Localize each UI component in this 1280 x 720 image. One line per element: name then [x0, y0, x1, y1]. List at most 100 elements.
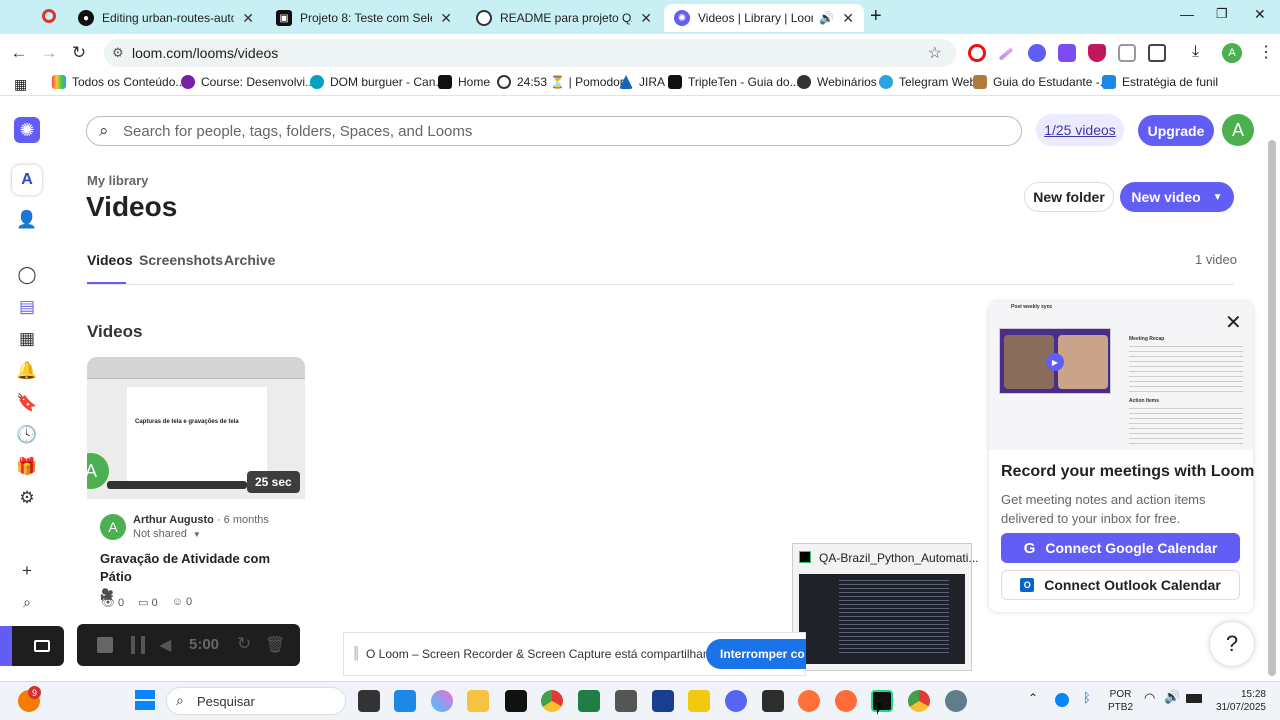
gift-icon[interactable]: 🎁 [16, 456, 38, 478]
file-explorer-icon[interactable] [467, 690, 489, 712]
help-button[interactable]: ? [1210, 622, 1254, 666]
scrollbar[interactable] [1268, 140, 1276, 676]
bookmark-item[interactable]: Home [438, 75, 490, 89]
speaker-icon[interactable]: 🔊 [819, 11, 834, 25]
new-video-button[interactable]: New video ▼ [1120, 182, 1234, 212]
video-thumbnail[interactable]: Capturas de tela e gravações de tela A 2… [87, 357, 305, 499]
firefox-icon[interactable] [798, 690, 820, 712]
language-indicator[interactable]: POR PTB2 [1108, 688, 1133, 714]
user-avatar[interactable]: A [1222, 114, 1254, 146]
tab-tripleten[interactable]: ▣ Projeto 8: Teste com Selenium ✕ [266, 4, 462, 32]
bookmark-icon[interactable]: 🔖 [16, 392, 38, 414]
wifi-icon[interactable]: ◠ [1144, 690, 1155, 706]
taskbar-search[interactable]: ⌕ Pesquisar [166, 687, 346, 715]
kebab-menu-icon[interactable]: ⋮ [1258, 42, 1274, 62]
purple-extension-icon[interactable] [1058, 44, 1076, 62]
postman-icon[interactable] [835, 690, 857, 712]
add-user-icon[interactable]: 👤 [16, 209, 38, 231]
maximize-icon[interactable]: ❐ [1216, 6, 1228, 22]
opera-extension-icon[interactable] [968, 44, 986, 62]
tab-search-icon[interactable] [42, 9, 56, 23]
bookmark-item[interactable]: JIRA [619, 75, 665, 89]
generic-app-icon[interactable] [762, 690, 784, 712]
settings-icon[interactable] [945, 690, 967, 712]
new-tab-button[interactable]: + [870, 5, 882, 28]
clock-icon[interactable]: 🕓 [16, 424, 38, 446]
battery-icon[interactable] [1186, 694, 1202, 703]
sharing-status[interactable]: Not shared ▼ [133, 528, 201, 540]
forward-icon[interactable]: → [38, 42, 60, 64]
calculator-icon[interactable] [615, 690, 637, 712]
author-name[interactable]: Arthur Augusto [133, 514, 214, 526]
loom-logo-icon[interactable]: ✺ [14, 117, 40, 143]
bookmark-item[interactable]: Guia do Estudante -... [973, 75, 1110, 89]
loom-extension-icon[interactable] [1028, 44, 1046, 62]
bookmark-item[interactable]: TripleTen - Guia do... [668, 75, 800, 89]
bookmark-item[interactable]: Telegram Web [879, 75, 976, 89]
close-window-icon[interactable]: ✕ [1254, 6, 1266, 23]
connect-outlook-button[interactable]: O Connect Outlook Calendar [1001, 570, 1240, 600]
stop-icon[interactable] [97, 637, 113, 653]
breadcrumb[interactable]: My library [87, 173, 148, 188]
settings-gear-icon[interactable]: ⚙ [16, 487, 38, 509]
notion-icon[interactable] [505, 690, 527, 712]
search-input[interactable]: ⌕ Search for people, tags, folders, Spac… [86, 116, 1022, 146]
bluetooth-icon[interactable]: ᛒ [1083, 690, 1091, 705]
workspace-avatar[interactable]: A [12, 165, 42, 195]
bookmark-item[interactable]: Estratégia de funil [1102, 75, 1218, 89]
clock[interactable]: 15:28 31/07/2025 [1214, 688, 1266, 714]
library-icon[interactable]: ▤ [16, 296, 38, 318]
close-tab-icon[interactable]: ✕ [242, 10, 254, 27]
apps-grid-icon[interactable]: ▦ [14, 76, 27, 93]
taskbar-window-preview[interactable]: QA-Brazil_Python_Automati... [792, 543, 978, 671]
task-view-icon[interactable] [358, 690, 380, 712]
bookmark-item[interactable]: Todos os Conteúdo... [52, 75, 185, 89]
discord-icon[interactable] [725, 690, 747, 712]
calendar-icon[interactable]: ▦ [16, 328, 38, 350]
pause-icon[interactable] [131, 636, 145, 654]
profile-icon[interactable]: ◯ [16, 264, 38, 286]
vscode-icon[interactable] [394, 690, 416, 712]
bookmark-item[interactable]: DOM burguer - Can... [310, 75, 445, 89]
restart-icon[interactable]: ↻ [237, 634, 251, 654]
powerbi-icon[interactable] [688, 690, 710, 712]
close-tab-icon[interactable]: ✕ [842, 10, 854, 27]
tray-chevron-icon[interactable]: ⌃ [1028, 691, 1038, 705]
bell-icon[interactable]: 🔔 [16, 360, 38, 382]
upgrade-button[interactable]: Upgrade [1138, 115, 1214, 146]
tab-archive[interactable]: Archive [224, 252, 275, 268]
close-icon[interactable]: ✕ [1225, 310, 1242, 335]
puzzle-extension-icon[interactable] [1148, 44, 1166, 62]
stop-sharing-button[interactable]: Interromper co [706, 639, 806, 669]
tab-screenshots[interactable]: Screenshots [139, 252, 223, 268]
bookmark-item[interactable]: 24:53 ⏳ | Pomodor [497, 75, 624, 89]
close-tab-icon[interactable]: ✕ [640, 10, 652, 27]
drag-handle-icon[interactable]: ║ [352, 646, 361, 660]
bookmark-star-icon[interactable]: ☆ [928, 43, 942, 63]
address-bar[interactable]: ⚙ loom.com/looms/videos ☆ [104, 39, 956, 67]
close-tab-icon[interactable]: ✕ [440, 10, 452, 27]
tab-videos[interactable]: Videos [87, 252, 133, 268]
bookmark-item[interactable]: Webinários [797, 75, 877, 89]
new-folder-button[interactable]: New folder [1024, 182, 1114, 212]
video-quota-button[interactable]: 1/25 videos [1036, 114, 1124, 146]
camera-toggle-button[interactable] [0, 626, 64, 666]
tab-chatgpt[interactable]: README para projeto QA ✕ [466, 4, 662, 32]
minimize-icon[interactable]: — [1180, 6, 1194, 22]
volume-icon[interactable]: 🔊 [1164, 689, 1180, 705]
reload-icon[interactable]: ↻ [68, 42, 90, 64]
excel-icon[interactable] [578, 690, 600, 712]
trash-icon[interactable]: 🗑 [265, 635, 285, 655]
r-app-icon[interactable] [652, 690, 674, 712]
download-icon[interactable]: ⤓ [1192, 43, 1199, 61]
tab-github[interactable]: ● Editing urban-routes-automatio ✕ [68, 4, 264, 32]
tray-app-icon[interactable] [1055, 693, 1069, 707]
profile-avatar[interactable]: A [1222, 43, 1242, 63]
connect-google-button[interactable]: G Connect Google Calendar [1001, 533, 1240, 563]
search-icon[interactable]: ⌕ [16, 591, 38, 613]
chrome-profile-icon[interactable] [908, 690, 930, 712]
author-avatar[interactable]: A [100, 514, 126, 540]
site-info-icon[interactable]: ⚙ [112, 45, 124, 61]
plus-icon[interactable]: + [16, 560, 38, 582]
bookmark-item[interactable]: Course: Desenvolvi... [181, 75, 315, 89]
